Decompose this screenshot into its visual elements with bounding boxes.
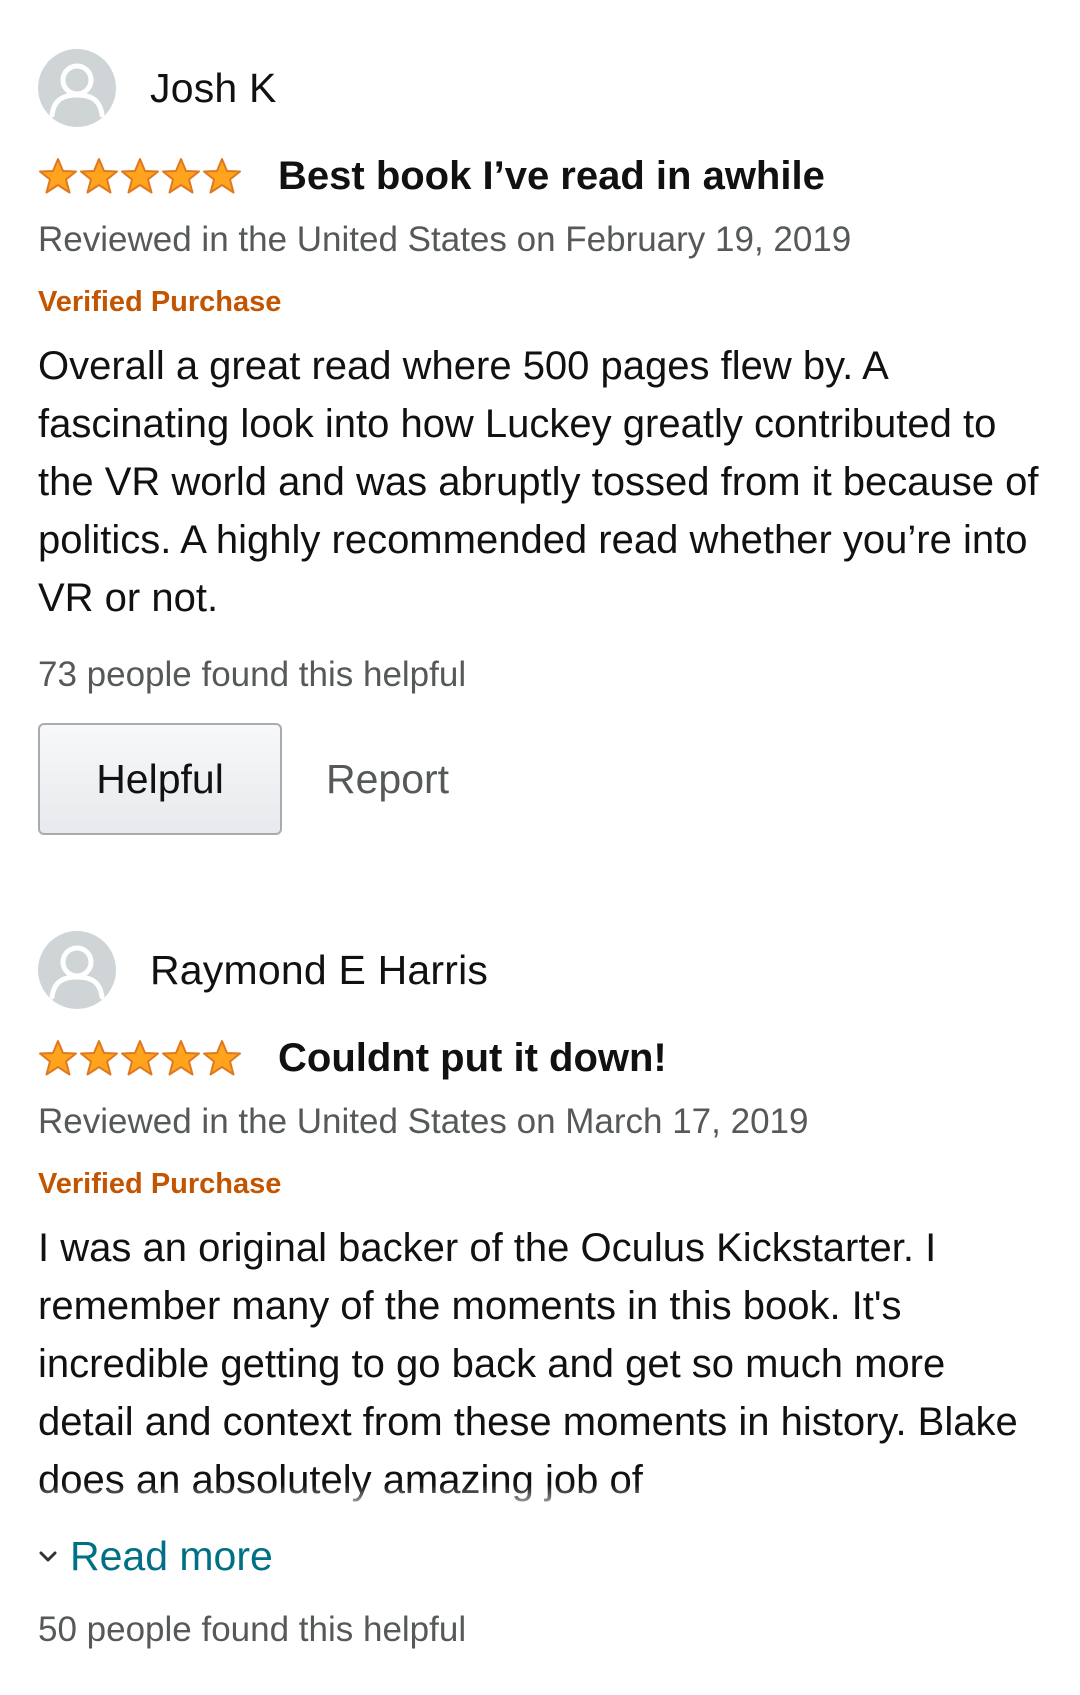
read-more-label: Read more (70, 1533, 273, 1579)
star-icon (39, 1040, 77, 1076)
review-title[interactable]: Couldnt put it down! (278, 1036, 667, 1081)
star-icon (162, 158, 200, 194)
reviewer-name: Josh K (150, 64, 277, 111)
review-body: I was an original backer of the Oculus K… (38, 1219, 1050, 1515)
review-body: Overall a great read where 500 pages fle… (38, 344, 1039, 620)
star-icon (39, 158, 77, 194)
chevron-down-icon (39, 1551, 57, 1561)
verified-purchase-badge: Verified Purchase (38, 286, 282, 318)
rating-row[interactable]: Best book I’ve read in awhile (38, 140, 1050, 212)
reviewer-profile[interactable]: Raymond E Harris (38, 930, 1050, 1010)
helpful-count: 50 people found this helpful (38, 1610, 467, 1649)
review-actions: Helpful Report (38, 723, 1050, 835)
star-icon (80, 158, 118, 194)
review-date: Reviewed in the United States on Februar… (38, 220, 852, 259)
star-icon (80, 1040, 118, 1076)
star-icon (162, 1040, 200, 1076)
report-link[interactable]: Report (326, 756, 449, 803)
reviewer-profile[interactable]: Josh K (38, 48, 1050, 128)
review-card: Raymond E Harris Couldnt put it down! Re… (38, 930, 1050, 1650)
review-card: Josh K Best book I’ve read in awhile Rev… (38, 48, 1050, 835)
review-title[interactable]: Best book I’ve read in awhile (278, 154, 825, 199)
star-icon (203, 158, 241, 194)
star-icon (121, 1040, 159, 1076)
avatar-icon (38, 931, 116, 1009)
star-icon (121, 158, 159, 194)
avatar-icon (38, 49, 116, 127)
helpful-count: 73 people found this helpful (38, 655, 467, 694)
star-icon (203, 1040, 241, 1076)
verified-purchase-badge: Verified Purchase (38, 1168, 282, 1200)
review-date: Reviewed in the United States on March 1… (38, 1102, 809, 1141)
reviewer-name: Raymond E Harris (150, 946, 489, 993)
rating-row[interactable]: Couldnt put it down! (38, 1022, 1050, 1094)
star-rating (38, 157, 242, 195)
read-more-link[interactable]: Read more (38, 1533, 1050, 1580)
helpful-button[interactable]: Helpful (38, 723, 282, 835)
star-rating (38, 1039, 242, 1077)
